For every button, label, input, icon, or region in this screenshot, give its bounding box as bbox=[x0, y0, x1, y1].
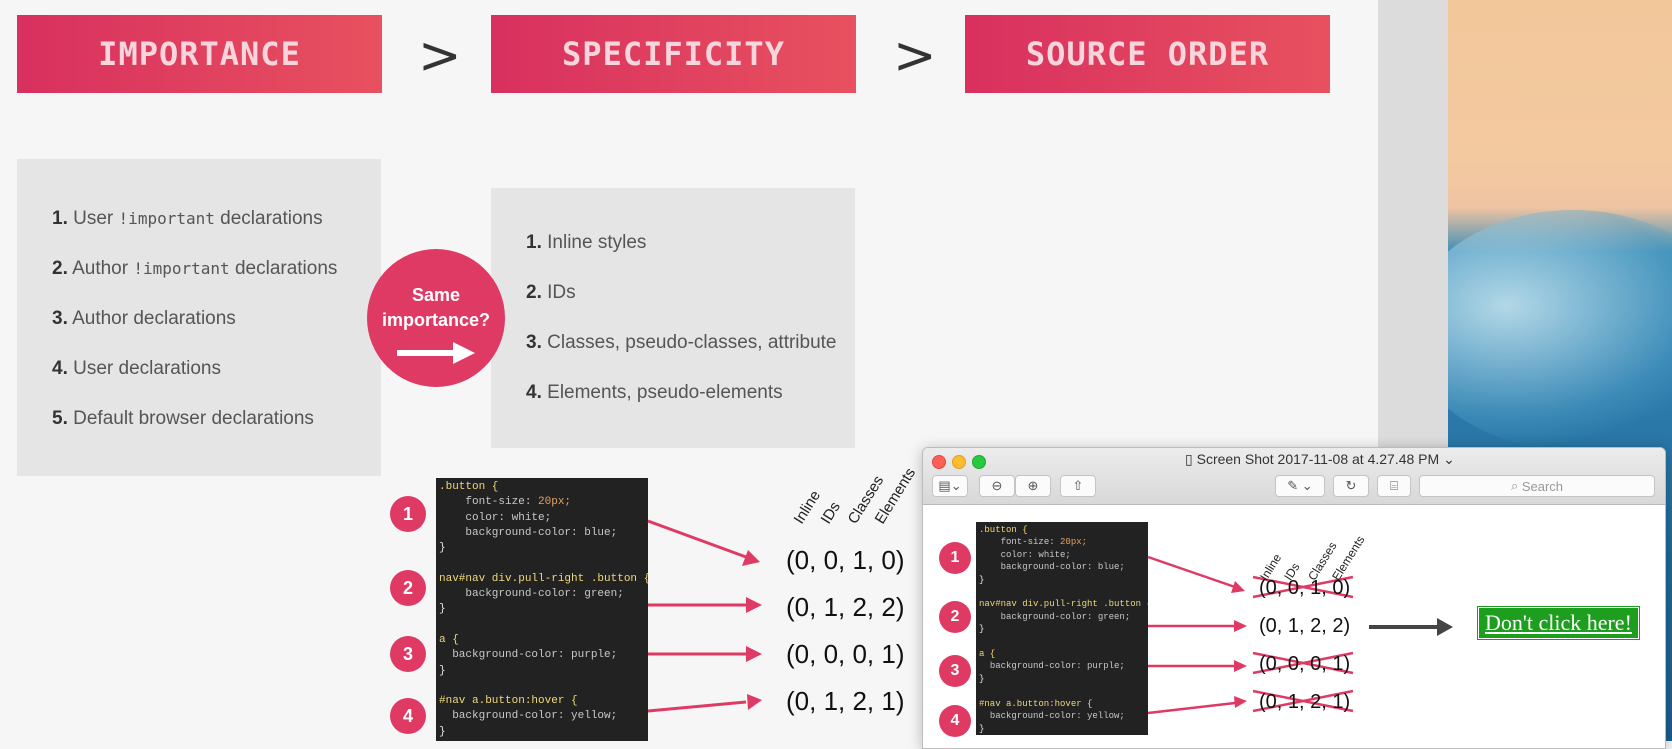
document-icon: ▯ bbox=[1185, 451, 1193, 467]
preview-titlebar[interactable]: ▯ Screen Shot 2017-11-08 at 4.27.48 PM ⌄… bbox=[923, 448, 1665, 505]
arrowhead-4 bbox=[747, 694, 762, 710]
zoom-out-icon: ⊖ bbox=[991, 478, 1003, 493]
search-input[interactable]: ⌕ Search bbox=[1419, 475, 1655, 497]
specificity-value-3: (0, 0, 0, 1) bbox=[786, 639, 905, 669]
zoom-in-icon: ⊕ bbox=[1027, 478, 1039, 493]
arrowhead-3 bbox=[746, 646, 762, 662]
specificity-value-1: (0, 0, 1, 0) bbox=[786, 545, 905, 575]
search-icon: ⌕ bbox=[1510, 478, 1522, 493]
specificity-value-2: (0, 1, 2, 2) bbox=[786, 592, 905, 622]
arrowhead-2 bbox=[746, 597, 762, 613]
toolbox-button[interactable]: ⌸ bbox=[1377, 475, 1411, 497]
share-icon: ⇧ bbox=[1072, 478, 1084, 493]
zoom-in-button[interactable]: ⊕ bbox=[1015, 475, 1051, 497]
toolbox-icon: ⌸ bbox=[1390, 478, 1398, 493]
dont-click-link[interactable]: Don't click here! bbox=[1477, 606, 1640, 640]
close-button[interactable] bbox=[932, 455, 946, 469]
preview-window[interactable]: ▯ Screen Shot 2017-11-08 at 4.27.48 PM ⌄… bbox=[922, 447, 1666, 749]
mini-specificity-4: (0, 1, 2, 1) bbox=[1259, 691, 1351, 713]
result-arrowhead bbox=[1437, 618, 1453, 636]
mini-specificity-3: (0, 0, 0, 1) bbox=[1259, 653, 1351, 675]
pen-icon: ✎ ⌄ bbox=[1287, 478, 1313, 493]
markup-button[interactable]: ✎ ⌄ bbox=[1275, 475, 1325, 497]
zoom-out-button[interactable]: ⊖ bbox=[979, 475, 1015, 497]
share-button[interactable]: ⇧ bbox=[1060, 475, 1096, 497]
sidebar-toggle-button[interactable]: ▤⌄ bbox=[932, 475, 968, 497]
zoom-button[interactable] bbox=[972, 455, 986, 469]
window-title: ▯ Screen Shot 2017-11-08 at 4.27.48 PM ⌄ bbox=[1185, 451, 1455, 467]
specificity-value-4: (0, 1, 2, 1) bbox=[786, 686, 905, 716]
minimize-button[interactable] bbox=[952, 455, 966, 469]
mini-specificity-1: (0, 0, 1, 0) bbox=[1259, 577, 1351, 599]
rotate-icon: ↻ bbox=[1345, 478, 1357, 493]
mini-specificity-2: (0, 1, 2, 2) bbox=[1259, 615, 1351, 637]
rotate-button[interactable]: ↻ bbox=[1333, 475, 1369, 497]
chevron-down-icon: ⌄ bbox=[1443, 451, 1455, 467]
sidebar-icon: ▤⌄ bbox=[938, 478, 962, 493]
